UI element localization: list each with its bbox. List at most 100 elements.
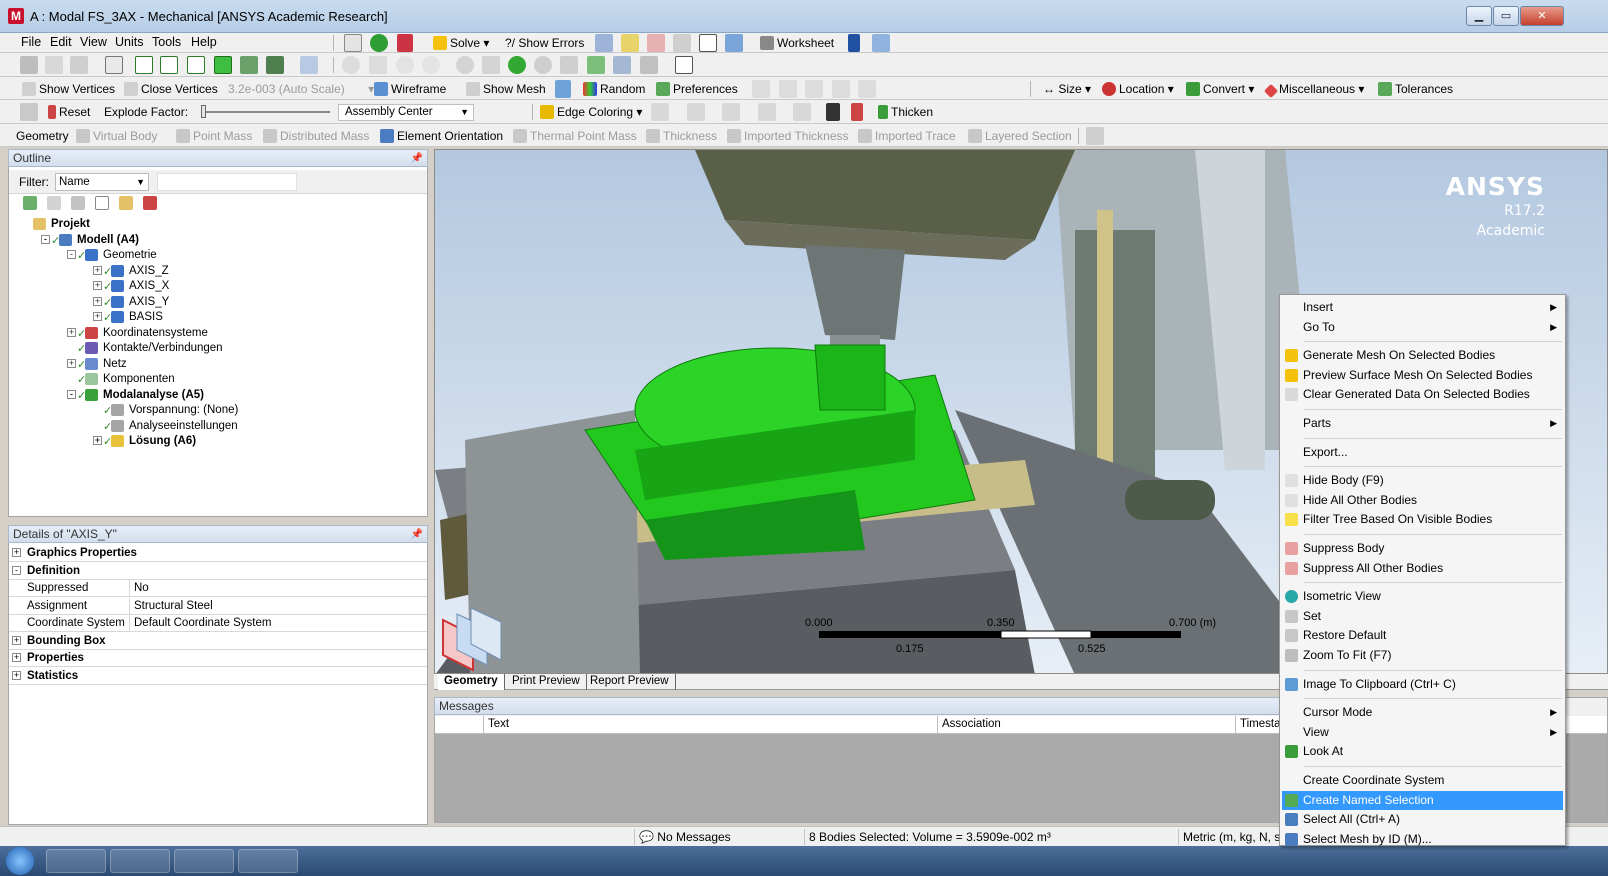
taskbar-app-4[interactable]	[238, 849, 298, 873]
tree-node[interactable]: ✓ Vorspannung: (None)	[9, 402, 419, 418]
select-body-icon[interactable]	[214, 56, 232, 74]
tree-update-icon[interactable]	[397, 34, 413, 52]
select-node-icon[interactable]	[240, 56, 258, 74]
details-property-value[interactable]: No	[129, 580, 149, 596]
edge-coloring-dropdown[interactable]: Edge Coloring ▾	[540, 103, 642, 121]
tab-print-preview[interactable]: Print Preview	[506, 674, 587, 690]
thermal-point-mass-button[interactable]: Thermal Point Mass	[513, 127, 637, 145]
explode-slider-thumb[interactable]	[201, 105, 206, 118]
tree-node[interactable]: + ✓ AXIS_Z	[9, 263, 419, 279]
cursor-select-icon[interactable]	[105, 56, 123, 74]
pick-point-icon[interactable]	[20, 56, 38, 74]
menu-item-parts[interactable]: Parts ▶	[1282, 414, 1563, 433]
edge-style-2-icon[interactable]	[687, 103, 705, 121]
tree-node[interactable]: + ✓ AXIS_X	[9, 278, 419, 294]
menu-item-select-all[interactable]: Select All (Ctrl+ A)	[1282, 810, 1563, 829]
info-cursor-icon[interactable]	[848, 34, 860, 52]
zoom-icon[interactable]	[396, 56, 414, 74]
menu-item-select-mesh-by-id[interactable]: Select Mesh by ID (M)...	[1282, 830, 1563, 849]
show-errors-button[interactable]: ?/ Show Errors	[505, 34, 584, 52]
selected-workpiece-block[interactable]	[814, 344, 886, 411]
minimize-button[interactable]: ▁	[1466, 6, 1492, 26]
convert-dropdown[interactable]: Convert ▾	[1186, 80, 1254, 98]
tree-node[interactable]: + ✓ AXIS_Y	[9, 294, 419, 310]
tag-icon[interactable]	[872, 34, 890, 52]
menu-item-generate-mesh-on-selected-bodies[interactable]: Generate Mesh On Selected Bodies	[1282, 346, 1563, 365]
menu-item-look-at[interactable]: Look At	[1282, 742, 1563, 761]
status-messages[interactable]: 💬 No Messages	[634, 829, 804, 845]
expand-icon[interactable]: +	[12, 670, 21, 680]
menu-tools[interactable]: Tools	[152, 35, 181, 49]
imported-thickness-button[interactable]: Imported Thickness	[727, 127, 849, 145]
edge-style-4-icon[interactable]	[758, 103, 776, 121]
filter-type-dropdown[interactable]: Name ▼	[55, 173, 149, 191]
details-property[interactable]: Assignment Structural Steel	[9, 597, 427, 615]
menu-item-hide-all-other-bodies[interactable]: Hide All Other Bodies	[1282, 491, 1563, 510]
tab-geometry[interactable]: Geometry	[438, 674, 505, 690]
pin-icon[interactable]: 📌	[411, 527, 423, 543]
taskbar-app-3[interactable]	[174, 849, 234, 873]
refresh-tree-icon[interactable]	[23, 196, 37, 210]
location-dropdown[interactable]: Location ▾	[1102, 80, 1174, 98]
image-icon[interactable]	[725, 34, 743, 52]
size-dropdown[interactable]: ↔ Size ▾	[1043, 80, 1091, 98]
zoom-green-icon[interactable]	[508, 56, 526, 74]
tree-node[interactable]: - ✓ Geometrie	[9, 247, 419, 263]
assembly-center-dropdown[interactable]: Assembly Center ▼	[338, 104, 474, 121]
magnifier-icon[interactable]	[534, 56, 552, 74]
expand-icon[interactable]: +	[93, 312, 102, 321]
thickness-button[interactable]: Thickness	[646, 127, 717, 145]
layered-section-button[interactable]: Layered Section	[968, 127, 1072, 145]
details-group[interactable]: + Bounding Box	[9, 633, 427, 650]
expand-icon[interactable]: +	[12, 653, 21, 662]
expand-icon[interactable]: +	[67, 327, 76, 337]
details-group[interactable]: + Properties	[9, 650, 427, 667]
explode-factor-slider[interactable]	[202, 111, 330, 113]
expand-icon[interactable]: +	[93, 281, 102, 290]
context-extra-icon[interactable]	[1086, 127, 1104, 145]
annotation-2-icon[interactable]	[779, 80, 797, 98]
expand-icon[interactable]: +	[93, 265, 102, 275]
imported-trace-button[interactable]: Imported Trace	[858, 127, 956, 145]
menu-item-filter-tree-based-on-visible-bodies[interactable]: Filter Tree Based On Visible Bodies	[1282, 510, 1563, 529]
tree-node[interactable]: + ✓ BASIS	[9, 309, 419, 325]
next-view-icon[interactable]	[613, 56, 631, 74]
thickness-bar-icon[interactable]	[851, 103, 863, 121]
tree-node[interactable]: + ✓ Netz	[9, 356, 419, 372]
pan-icon[interactable]	[369, 56, 387, 74]
annotation-4-icon[interactable]	[832, 80, 850, 98]
menu-help[interactable]: Help	[191, 35, 217, 49]
menu-item-zoom-to-fit[interactable]: Zoom To Fit (F7)	[1282, 646, 1563, 665]
select-face-icon[interactable]	[187, 56, 205, 74]
preferences-button[interactable]: Preferences	[656, 80, 738, 98]
details-group[interactable]: + Statistics	[9, 668, 427, 685]
collapse-icon[interactable]: -	[67, 389, 76, 399]
zoom-fit-icon[interactable]	[456, 56, 474, 74]
rotate-icon[interactable]	[342, 56, 360, 74]
menu-item-clear-generated-data-on-selected-bodies[interactable]: Clear Generated Data On Selected Bodies	[1282, 385, 1563, 404]
select-vertex-icon[interactable]	[135, 56, 153, 74]
status-units[interactable]: Metric (m, kg, N, s	[1178, 829, 1282, 845]
details-property[interactable]: Suppressed No	[9, 580, 427, 597]
details-property-value[interactable]: Structural Steel	[129, 597, 213, 614]
edge-style-5-icon[interactable]	[793, 103, 811, 121]
tree-node[interactable]: + ✓ Koordinatensysteme	[9, 325, 419, 341]
details-group[interactable]: + Graphics Properties	[9, 545, 427, 562]
tolerances-button[interactable]: Tolerances	[1378, 80, 1453, 98]
sort-az-icon[interactable]	[143, 196, 157, 210]
column-text[interactable]: Text	[483, 716, 937, 734]
chart-icon[interactable]	[647, 34, 665, 52]
explode-icon[interactable]	[555, 80, 571, 98]
tree-node[interactable]: ✓ Kontakte/Verbindungen	[9, 340, 419, 356]
menu-item-suppress-all-other-bodies[interactable]: Suppress All Other Bodies	[1282, 559, 1563, 578]
viewport-layout-icon[interactable]	[675, 56, 693, 74]
collapse-tree-icon[interactable]	[95, 196, 109, 210]
menu-item-hide-body[interactable]: Hide Body (F9)	[1282, 471, 1563, 490]
menu-item-set[interactable]: Set	[1282, 607, 1563, 626]
menu-item-preview-surface-mesh-on-selected-bodies[interactable]: Preview Surface Mesh On Selected Bodies	[1282, 366, 1563, 385]
menu-item-isometric-view[interactable]: Isometric View	[1282, 587, 1563, 606]
menu-item-create-coordinate-system[interactable]: Create Coordinate System	[1282, 771, 1563, 790]
tab-report-preview[interactable]: Report Preview	[584, 674, 676, 690]
miscellaneous-dropdown[interactable]: Miscellaneous ▾	[1263, 80, 1364, 99]
previous-view-icon[interactable]	[587, 56, 605, 74]
